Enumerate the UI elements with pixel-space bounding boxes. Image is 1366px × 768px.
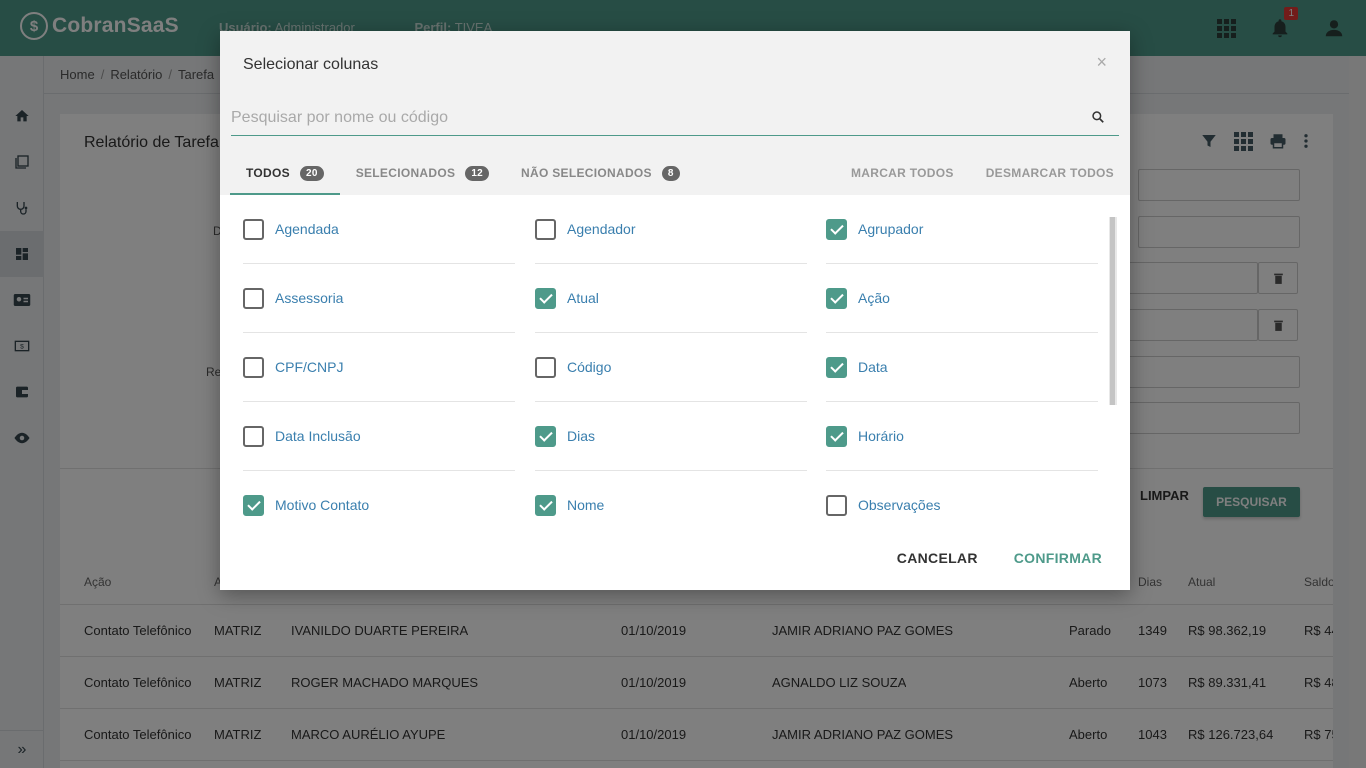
tab-nao-selecionados-label: NÃO SELECIONADOS — [521, 166, 652, 180]
column-option-label: Nome — [567, 497, 605, 513]
column-checkbox[interactable] — [535, 287, 556, 309]
column-option-label: Data — [858, 359, 888, 375]
column-checkbox[interactable] — [535, 218, 556, 240]
column-option-label: Agendada — [275, 221, 339, 237]
unmark-all-button[interactable]: DESMARCAR TODOS — [986, 166, 1114, 180]
modal-header: Selecionar colunas × TODOS 20 SELECIONAD… — [220, 31, 1130, 195]
column-option-label: CPF/CNPJ — [275, 359, 344, 375]
column-checkbox[interactable] — [826, 287, 847, 309]
search-box — [231, 101, 1119, 136]
column-option[interactable]: Horário — [826, 402, 1098, 471]
column-option-label: Assessoria — [275, 290, 344, 306]
column-option[interactable]: Nome — [535, 471, 807, 535]
close-icon[interactable]: × — [1096, 52, 1107, 73]
modal-title: Selecionar colunas — [243, 56, 379, 73]
search-icon[interactable] — [1091, 110, 1105, 124]
cancel-button[interactable]: CANCELAR — [897, 550, 978, 566]
column-option[interactable]: Data — [826, 333, 1098, 402]
search-input[interactable] — [231, 101, 1081, 135]
column-option[interactable]: Atual — [535, 264, 807, 333]
select-columns-modal: Selecionar colunas × TODOS 20 SELECIONAD… — [220, 31, 1130, 590]
column-checkbox[interactable] — [243, 425, 264, 447]
column-checkbox[interactable] — [535, 356, 556, 378]
column-option[interactable]: Motivo Contato — [243, 471, 515, 535]
tab-actions: MARCAR TODOS DESMARCAR TODOS — [851, 151, 1114, 195]
column-option[interactable]: CPF/CNPJ — [243, 333, 515, 402]
column-checkbox[interactable] — [535, 425, 556, 447]
modal-scrollbar-thumb[interactable] — [1110, 217, 1115, 405]
column-option[interactable]: Observações — [826, 471, 1098, 535]
column-checkbox[interactable] — [826, 494, 847, 516]
column-option[interactable]: Agendada — [243, 195, 515, 264]
tab-selecionados-count-badge: 12 — [465, 165, 490, 181]
column-checkbox[interactable] — [243, 287, 264, 309]
column-checkbox[interactable] — [243, 356, 264, 378]
modal-footer: CANCELAR CONFIRMAR — [897, 550, 1102, 566]
column-checkbox[interactable] — [826, 356, 847, 378]
column-option-label: Código — [567, 359, 612, 375]
columns-list: Agendada Agendador Agrupador Assessoria Atua… — [220, 195, 1130, 535]
tab-selecionados[interactable]: SELECIONADOS 12 — [340, 151, 505, 195]
column-option-label: Atual — [567, 290, 599, 306]
tab-nao-selecionados[interactable]: NÃO SELECIONADOS 8 — [505, 151, 696, 195]
column-checkbox[interactable] — [826, 218, 847, 240]
confirm-button[interactable]: CONFIRMAR — [1014, 550, 1102, 566]
column-checkbox[interactable] — [535, 494, 556, 516]
column-option-label: Data Inclusão — [275, 428, 361, 444]
tab-selecionados-label: SELECIONADOS — [355, 166, 456, 180]
column-option-label: Ação — [858, 290, 890, 306]
column-option[interactable]: Ação — [826, 264, 1098, 333]
tab-todos[interactable]: TODOS 20 — [230, 151, 340, 195]
column-checkbox[interactable] — [243, 494, 264, 516]
column-option-label: Agendador — [567, 221, 636, 237]
column-option[interactable]: Assessoria — [243, 264, 515, 333]
column-checkbox[interactable] — [826, 425, 847, 447]
tab-nao-selecionados-count-badge: 8 — [661, 165, 680, 181]
column-option-label: Observações — [858, 497, 941, 513]
column-checkbox[interactable] — [243, 218, 264, 240]
column-option-label: Agrupador — [858, 221, 924, 237]
column-option-label: Motivo Contato — [275, 497, 370, 513]
column-option[interactable]: Dias — [535, 402, 807, 471]
tab-todos-label: TODOS — [246, 166, 290, 180]
column-option[interactable]: Código — [535, 333, 807, 402]
column-option[interactable]: Agrupador — [826, 195, 1098, 264]
column-option-label: Dias — [567, 428, 596, 444]
column-option[interactable]: Data Inclusão — [243, 402, 515, 471]
modal-tabs: TODOS 20 SELECIONADOS 12 NÃO SELECIONADO… — [230, 151, 696, 195]
column-option[interactable]: Agendador — [535, 195, 807, 264]
mark-all-button[interactable]: MARCAR TODOS — [851, 166, 954, 180]
tab-todos-count-badge: 20 — [299, 165, 324, 181]
column-option-label: Horário — [858, 428, 904, 444]
